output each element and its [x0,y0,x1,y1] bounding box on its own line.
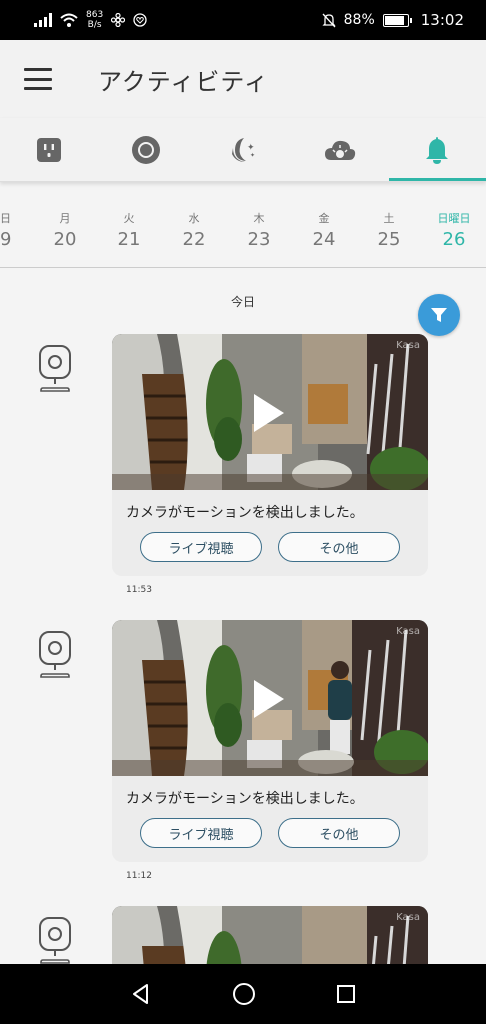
network-speed: 863 B/s [86,10,104,30]
event-card: Kasa カメラがモーションを検出しました。 ライブ視聴 その他 [112,334,428,576]
day-item[interactable]: 水 22 [164,210,224,250]
play-icon[interactable] [254,394,284,432]
day-item[interactable]: 木 23 [229,210,289,250]
fan-icon [111,13,126,27]
bulb-icon [131,135,160,164]
live-view-button[interactable]: ライブ視聴 [140,532,262,562]
day-item[interactable]: 曜日 19 [0,210,30,250]
menu-icon[interactable] [24,68,52,90]
recents-icon[interactable] [336,984,356,1004]
device-tabs: ✦ ✦ [0,118,486,182]
event-card: Kasa [112,906,428,964]
status-bar: 863 B/s 88% 13:02 [0,0,486,40]
event-thumbnail[interactable]: Kasa [112,620,428,776]
camera-device-icon [39,345,71,392]
filter-icon [431,308,447,322]
day-item[interactable]: 月 20 [35,210,95,250]
filter-button[interactable] [418,294,460,336]
event-time: 11:53 [126,585,152,595]
more-button[interactable]: その他 [278,532,400,562]
heart-status-icon [133,13,147,27]
smart-plug-icon [36,137,61,162]
wifi-icon [60,13,78,27]
live-view-button[interactable]: ライブ視聴 [140,818,262,848]
day-item[interactable]: 金 24 [294,210,354,250]
event-thumbnail[interactable]: Kasa [112,334,428,490]
tab-bulb[interactable] [97,118,194,181]
watermark: Kasa [396,912,420,923]
cloud-light-icon [325,140,356,160]
event-message: カメラがモーションを検出しました。 [126,505,364,521]
tab-notifications[interactable] [388,118,486,181]
event-card: Kasa カメラがモーションを検出しました。 ライブ視聴 その他 [112,620,428,862]
svg-text:✦: ✦ [250,152,255,159]
day-item[interactable]: 土 25 [359,210,419,250]
back-icon[interactable] [130,983,152,1005]
event-time: 11:12 [126,871,152,881]
battery-percentage: 88% [343,12,375,28]
event-thumbnail[interactable]: Kasa [112,906,428,964]
app-bar: アクティビティ [0,40,486,118]
more-button[interactable]: その他 [278,818,400,848]
clock: 13:02 [420,11,464,29]
system-nav-bar [0,964,486,1024]
day-item[interactable]: 火 21 [99,210,159,250]
night-mode-icon: ✦ ✦ [232,137,255,162]
tab-cloud-light[interactable] [292,118,389,181]
section-date-label: 今日 [230,295,255,309]
play-icon[interactable] [254,680,284,718]
camera-device-icon [39,917,71,964]
home-icon[interactable] [232,982,256,1006]
signal-icon [34,13,52,27]
watermark: Kasa [396,626,420,637]
watermark: Kasa [396,340,420,351]
bell-icon [426,136,449,164]
event-message: カメラがモーションを検出しました。 [126,791,364,807]
day-selector: 曜日 19 月 20 火 21 水 22 木 23 金 24 土 25 日曜日 … [0,200,486,268]
camera-snapshot-image [112,906,428,964]
page-title: アクティビティ [98,67,269,96]
camera-device-icon [39,631,71,678]
battery-icon [382,13,412,27]
tab-smart-plug[interactable] [0,118,97,181]
day-item-selected[interactable]: 日曜日 26 [424,210,484,250]
bell-muted-icon [322,13,336,27]
tab-night-mode[interactable]: ✦ ✦ [194,118,291,181]
